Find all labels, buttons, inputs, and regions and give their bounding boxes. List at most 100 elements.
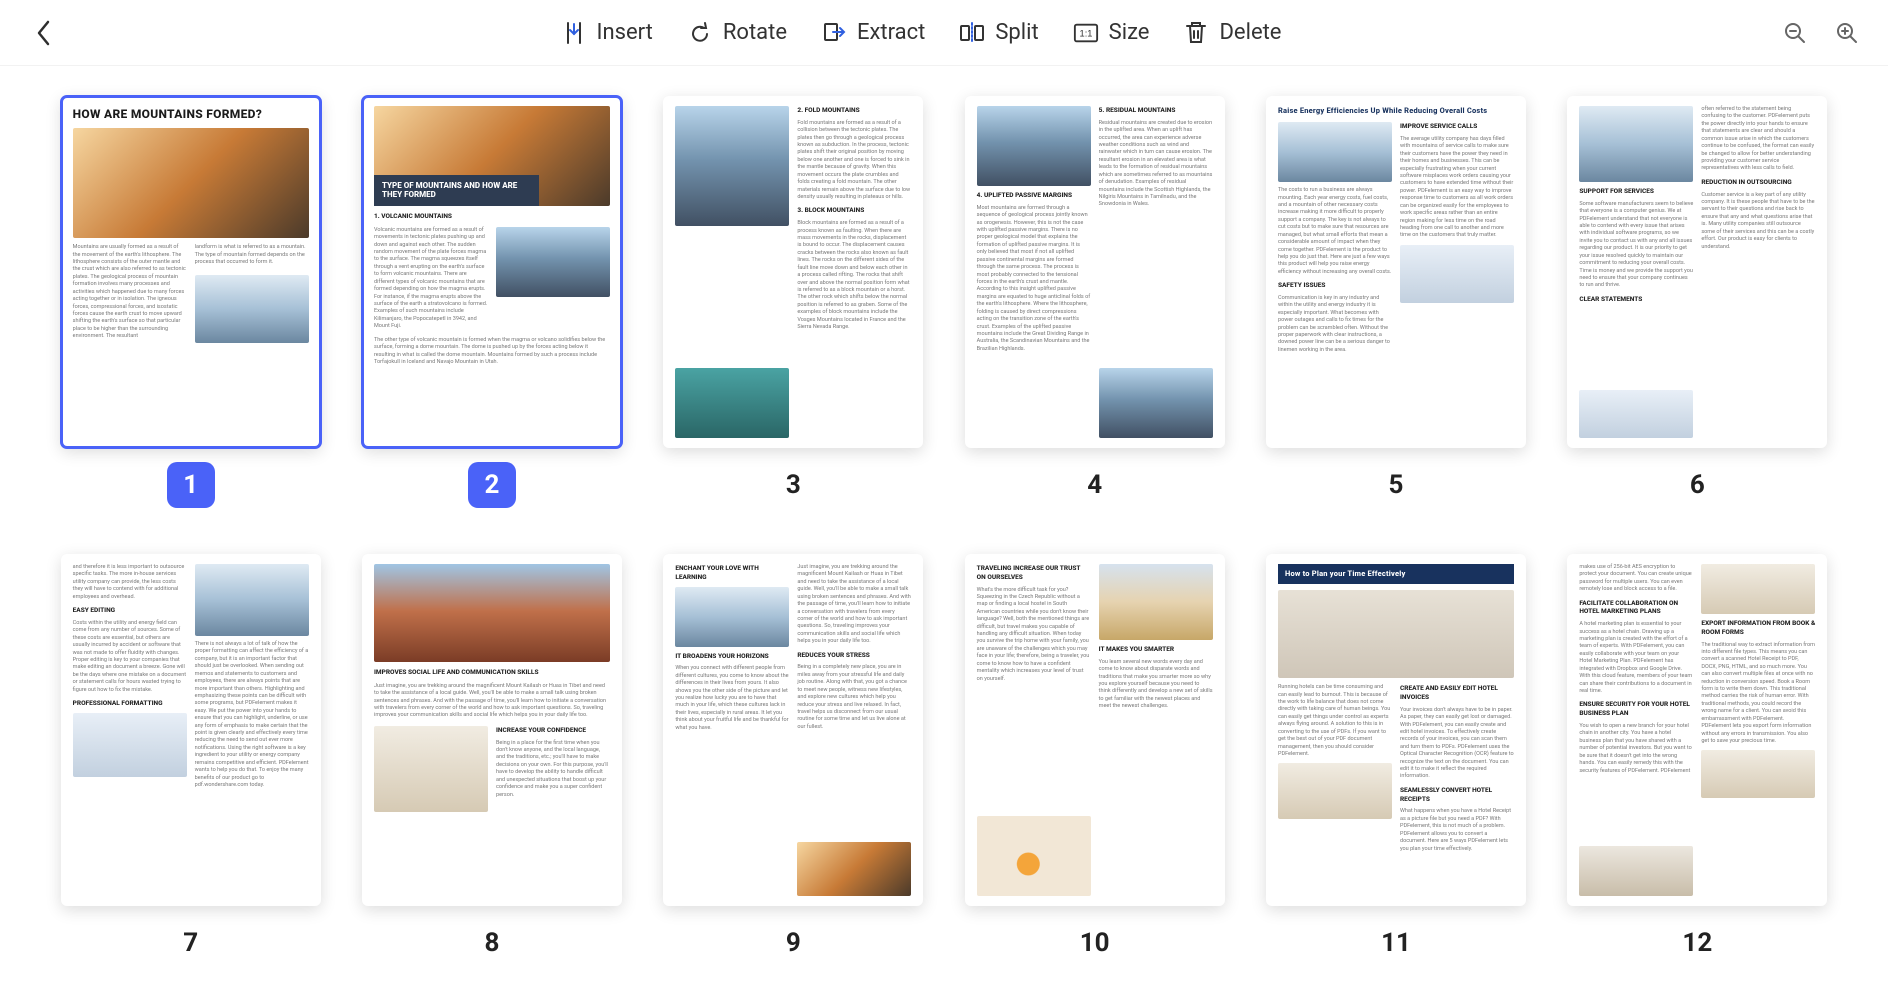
split-icon <box>959 20 985 46</box>
inline-image <box>496 227 610 297</box>
zoom-controls <box>1778 16 1864 50</box>
page-cell: IMPROVES SOCIAL LIFE AND COMMUNICATION S… <box>361 554 622 966</box>
pages-area[interactable]: HOW ARE MOUNTAINS FORMED? Mountains are … <box>0 66 1888 1004</box>
page-thumbnail-11[interactable]: How to Plan your Time Effectively Runnin… <box>1266 554 1526 906</box>
split-button[interactable]: Split <box>959 20 1038 46</box>
section-heading: IMPROVES SOCIAL LIFE AND COMMUNICATION S… <box>374 668 610 677</box>
body-text: The costs to run a business are always m… <box>1278 187 1392 276</box>
rotate-button[interactable]: Rotate <box>687 20 787 46</box>
page-number-badge[interactable]: 5 <box>1372 462 1420 508</box>
inline-image <box>1099 564 1213 640</box>
inline-image <box>1278 122 1392 182</box>
inline-image <box>1701 750 1815 798</box>
body-text: Just imagine, you are trekking around th… <box>374 683 610 720</box>
section-heading: REDUCES YOUR STRESS <box>797 651 911 660</box>
body-text: Customer service is a key part of any ut… <box>1701 192 1815 251</box>
zoom-out-icon <box>1783 21 1807 45</box>
body-text: There is not always a lot of talk of how… <box>195 641 309 789</box>
page-number-badge[interactable]: 6 <box>1673 462 1721 508</box>
page-thumbnail-7[interactable]: and therefore it is less important to ou… <box>61 554 321 906</box>
rotate-label: Rotate <box>723 20 787 45</box>
inline-image <box>675 106 789 226</box>
size-icon: 1:1 <box>1073 20 1099 46</box>
body-text: You wish to open a new branch for your h… <box>1579 723 1693 775</box>
page-thumbnail-12[interactable]: makes use of 256-bit AES encryption to p… <box>1567 554 1827 906</box>
page-number-badge[interactable]: 3 <box>769 462 817 508</box>
page-title: How to Plan your Time Effectively <box>1278 564 1514 584</box>
section-heading: EXPORT INFORMATION FROM BOOK & ROOM FORM… <box>1701 619 1815 637</box>
inline-image <box>1701 564 1815 614</box>
body-text: You learn several new words every day an… <box>1099 659 1213 711</box>
page-number-badge[interactable]: 4 <box>1071 462 1119 508</box>
insert-label: Insert <box>597 20 653 45</box>
pages-grid: HOW ARE MOUNTAINS FORMED? Mountains are … <box>60 96 1828 966</box>
body-text: What happens when you have a Hotel Recei… <box>1400 808 1514 853</box>
section-heading: INCREASE YOUR CONFIDENCE <box>496 726 610 735</box>
page-number-badge[interactable]: 1 <box>167 462 215 508</box>
back-button[interactable] <box>24 13 64 53</box>
zoom-out-button[interactable] <box>1778 16 1812 50</box>
inline-image <box>1579 390 1693 438</box>
split-label: Split <box>995 20 1038 45</box>
hero-image <box>73 128 309 238</box>
page-cell: SUPPORT FOR SERVICES Some software manuf… <box>1567 96 1828 508</box>
page-thumbnail-6[interactable]: SUPPORT FOR SERVICES Some software manuf… <box>1567 96 1827 448</box>
page-thumbnail-4[interactable]: 4. UPLIFTED PASSIVE MARGINS Most mountai… <box>965 96 1225 448</box>
inline-image <box>195 564 309 636</box>
body-text: Most mountains are formed through a sequ… <box>977 205 1091 353</box>
page-thumbnail-3[interactable]: 2. FOLD MOUNTAINS Fold mountains are for… <box>663 96 923 448</box>
page-number-badge[interactable]: 11 <box>1372 920 1420 966</box>
zoom-in-button[interactable] <box>1830 16 1864 50</box>
inline-image <box>1579 846 1693 896</box>
inline-image <box>675 368 789 438</box>
toolbar: Insert Rotate Extract Split <box>0 0 1888 66</box>
page-title: HOW ARE MOUNTAINS FORMED? <box>73 106 309 122</box>
section-heading: FACILITATE COLLABORATION ON HOTEL MARKET… <box>1579 599 1693 617</box>
page-cell: How to Plan your Time Effectively Runnin… <box>1265 554 1526 966</box>
page-thumbnail-5[interactable]: Raise Energy Efficiencies Up While Reduc… <box>1266 96 1526 448</box>
page-cell: TRAVELING INCREASE OUR TRUST ON OURSELVE… <box>964 554 1225 966</box>
body-text: Being in a place for the first time when… <box>496 740 610 799</box>
inline-image <box>1099 368 1213 438</box>
delete-label: Delete <box>1219 20 1281 45</box>
page-number-badge[interactable]: 12 <box>1673 920 1721 966</box>
insert-button[interactable]: Insert <box>561 20 653 46</box>
page-thumbnail-8[interactable]: IMPROVES SOCIAL LIFE AND COMMUNICATION S… <box>362 554 622 906</box>
page-thumbnail-1[interactable]: HOW ARE MOUNTAINS FORMED? Mountains are … <box>61 96 321 448</box>
page-cell: makes use of 256-bit AES encryption to p… <box>1567 554 1828 966</box>
page-number-badge[interactable]: 2 <box>468 462 516 508</box>
page-thumbnail-2[interactable]: TYPE OF MOUNTAINS AND HOW ARE THEY FORME… <box>362 96 622 448</box>
body-text: Block mountains are formed as a result o… <box>797 220 911 331</box>
body-text: What's the more difficult task for you? … <box>977 587 1091 683</box>
size-button[interactable]: 1:1 Size <box>1073 20 1150 46</box>
delete-icon <box>1183 20 1209 46</box>
section-heading: 4. UPLIFTED PASSIVE MARGINS <box>977 191 1091 200</box>
body-text: Being in a completely new place, you are… <box>797 664 911 731</box>
inline-image <box>1579 106 1693 182</box>
body-text: The average utility company has days fil… <box>1400 136 1514 240</box>
page-number-badge[interactable]: 8 <box>468 920 516 966</box>
page-cell: 2. FOLD MOUNTAINS Fold mountains are for… <box>663 96 924 508</box>
page-cell: ENCHANT YOUR LOVE WITH LEARNING IT BROAD… <box>663 554 924 966</box>
inline-image <box>675 587 789 647</box>
body-text: Some software manufacturers seem to beli… <box>1579 201 1693 290</box>
page-number-badge[interactable]: 7 <box>167 920 215 966</box>
body-text: Volcanic mountains are formed as a resul… <box>374 227 488 331</box>
page-thumbnail-9[interactable]: ENCHANT YOUR LOVE WITH LEARNING IT BROAD… <box>663 554 923 906</box>
extract-label: Extract <box>857 20 925 45</box>
section-heading: ENCHANT YOUR LOVE WITH LEARNING <box>675 564 789 582</box>
svg-text:1:1: 1:1 <box>1079 28 1092 38</box>
page-number-badge[interactable]: 9 <box>769 920 817 966</box>
page-cell: Raise Energy Efficiencies Up While Reduc… <box>1265 96 1526 508</box>
delete-button[interactable]: Delete <box>1183 20 1281 46</box>
page-number-badge[interactable]: 10 <box>1071 920 1119 966</box>
body-text: When you connect with different people f… <box>675 665 789 732</box>
page-title: Raise Energy Efficiencies Up While Reduc… <box>1278 106 1514 116</box>
page-thumbnail-10[interactable]: TRAVELING INCREASE OUR TRUST ON OURSELVE… <box>965 554 1225 906</box>
page-title: TYPE OF MOUNTAINS AND HOW ARE THEY FORME… <box>374 175 539 206</box>
inline-image <box>73 713 187 777</box>
section-heading: TRAVELING INCREASE OUR TRUST ON OURSELVE… <box>977 564 1091 582</box>
inline-image <box>1278 763 1392 819</box>
extract-button[interactable]: Extract <box>821 20 925 46</box>
section-heading: IT BROADENS YOUR HORIZONS <box>675 652 789 661</box>
